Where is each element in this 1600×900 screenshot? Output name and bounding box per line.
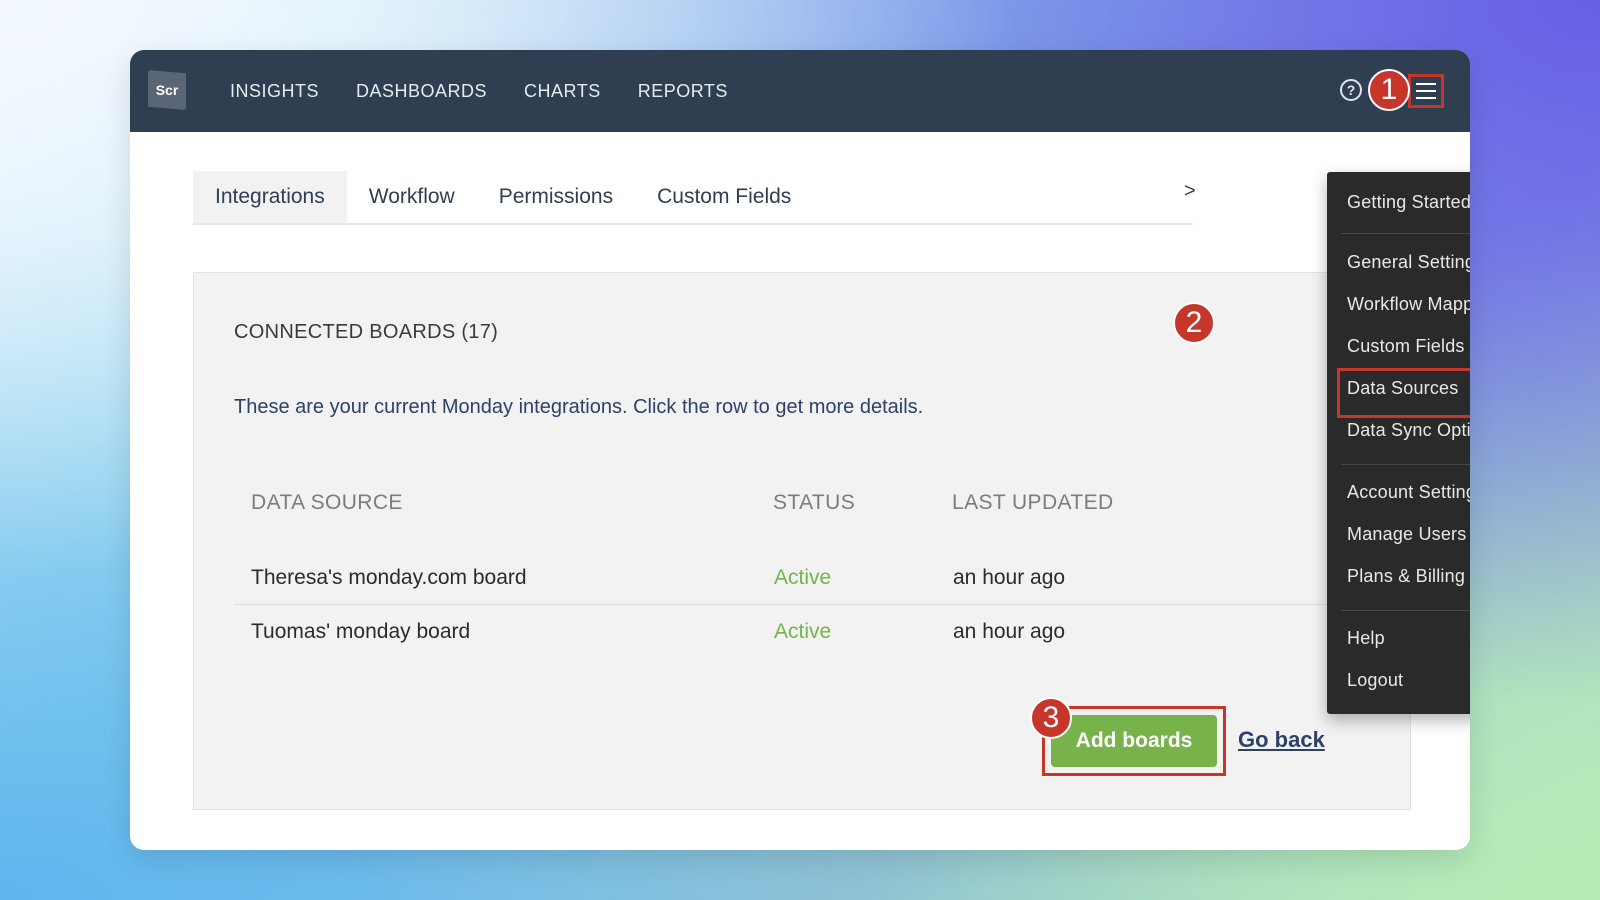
- menu-item-manage-users[interactable]: Manage Users: [1347, 524, 1466, 545]
- app-logo[interactable]: Scr: [148, 70, 186, 110]
- panel-title: CONNECTED BOARDS (17): [234, 321, 499, 343]
- settings-dropdown-menu: Getting Started General Settings Workflo…: [1327, 172, 1470, 714]
- question-circle-icon[interactable]: ?: [1340, 79, 1362, 101]
- menu-divider: [1341, 610, 1470, 611]
- col-header-data-source: DATA SOURCE: [251, 491, 403, 514]
- step-callout-2: 2: [1173, 302, 1215, 344]
- col-header-last-updated: LAST UPDATED: [952, 491, 1114, 514]
- hamburger-line: [1416, 97, 1436, 99]
- step-callout-1: 1: [1368, 69, 1410, 111]
- settings-tabs: Integrations Workflow Permissions Custom…: [193, 171, 1193, 225]
- menu-item-general-settings[interactable]: General Settings: [1347, 252, 1470, 273]
- step-callout-3: 3: [1030, 697, 1072, 739]
- menu-divider: [1341, 464, 1470, 465]
- tab-custom-fields[interactable]: Custom Fields: [635, 171, 813, 223]
- nav-links: INSIGHTS DASHBOARDS CHARTS REPORTS: [230, 50, 765, 132]
- nav-dashboards[interactable]: DASHBOARDS: [356, 81, 487, 102]
- app-window: Scr INSIGHTS DASHBOARDS CHARTS REPORTS ?…: [130, 50, 1470, 850]
- row-last-updated: an hour ago: [953, 620, 1066, 643]
- col-header-status: STATUS: [773, 491, 856, 514]
- row-data-source: Theresa's monday.com board: [251, 566, 527, 589]
- top-navbar: Scr INSIGHTS DASHBOARDS CHARTS REPORTS ?: [130, 50, 1470, 132]
- menu-item-data-sync-options[interactable]: Data Sync Options: [1347, 420, 1470, 441]
- table-row[interactable]: Theresa's monday.com board Active an hou…: [234, 551, 1334, 605]
- hamburger-line: [1416, 90, 1436, 92]
- row-status: Active: [774, 566, 832, 589]
- go-back-link[interactable]: Go back: [1238, 727, 1325, 753]
- connected-boards-panel: CONNECTED BOARDS (17) These are your cur…: [193, 272, 1411, 810]
- row-status: Active: [774, 620, 832, 643]
- nav-insights[interactable]: INSIGHTS: [230, 81, 319, 102]
- menu-item-data-sources[interactable]: Data Sources: [1347, 378, 1458, 399]
- menu-item-help[interactable]: Help: [1347, 628, 1385, 649]
- tab-workflow[interactable]: Workflow: [347, 171, 477, 223]
- tabs-more-chevron[interactable]: >: [1184, 180, 1196, 203]
- table-row[interactable]: Tuomas' monday board Active an hour ago: [234, 605, 1334, 659]
- hamburger-line: [1416, 83, 1436, 85]
- menu-item-getting-started[interactable]: Getting Started: [1347, 192, 1470, 213]
- menu-item-custom-fields[interactable]: Custom Fields: [1347, 336, 1465, 357]
- row-last-updated: an hour ago: [953, 566, 1066, 589]
- menu-item-workflow-mapping[interactable]: Workflow Mapping: [1347, 294, 1470, 315]
- menu-divider: [1341, 233, 1470, 234]
- tab-integrations[interactable]: Integrations: [193, 171, 347, 223]
- hamburger-icon[interactable]: [1408, 74, 1444, 108]
- panel-description: These are your current Monday integratio…: [234, 396, 924, 418]
- nav-charts[interactable]: CHARTS: [524, 81, 601, 102]
- menu-item-logout[interactable]: Logout: [1347, 670, 1403, 691]
- menu-item-account-settings[interactable]: Account Settings: [1347, 482, 1470, 503]
- menu-item-plans-billing[interactable]: Plans & Billing: [1347, 566, 1465, 587]
- tab-permissions[interactable]: Permissions: [477, 171, 635, 223]
- nav-reports[interactable]: REPORTS: [638, 81, 728, 102]
- row-data-source: Tuomas' monday board: [251, 620, 471, 643]
- add-boards-button[interactable]: Add boards: [1051, 715, 1217, 767]
